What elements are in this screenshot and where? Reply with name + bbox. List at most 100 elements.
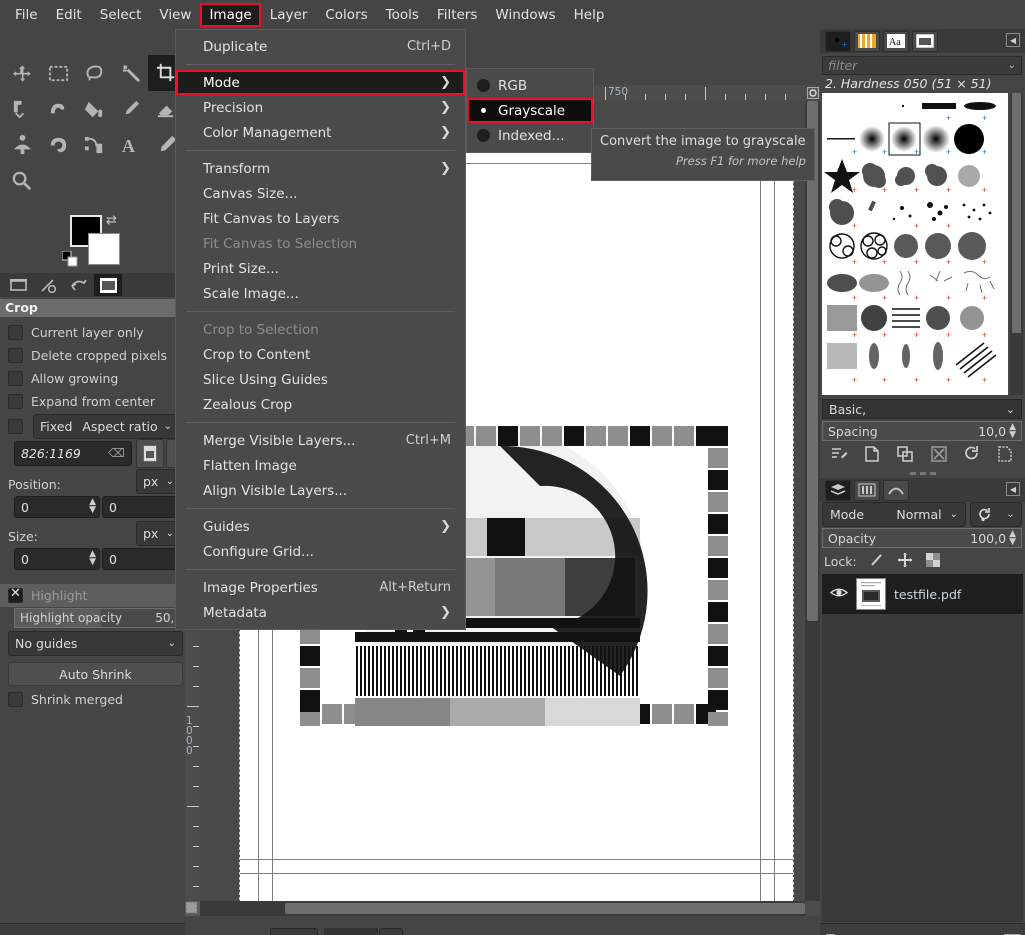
tab-patterns[interactable] [854,30,880,52]
position-x-input[interactable]: 0 ▲ ▼ [14,496,100,518]
menu-item-mode[interactable]: Mode ❯ [176,70,465,95]
menubar-item-filters[interactable]: Filters [428,3,486,27]
menu-item-flatten-image[interactable]: Flatten Image [176,453,465,478]
background-color-swatch[interactable] [88,233,120,265]
spinner-arrows[interactable]: ▲ ▼ [1009,530,1016,547]
auto-shrink-button[interactable]: Auto Shrink [8,662,183,686]
edit-brush-icon[interactable] [830,445,848,466]
tab-fonts[interactable]: Aa [883,30,909,52]
menu-item-duplicate[interactable]: Duplicate Ctrl+D [176,34,465,59]
menubar-item-image[interactable]: Image [200,2,261,27]
checkbox[interactable] [8,692,23,707]
smudge-tool[interactable] [40,127,76,163]
new-brush-icon[interactable] [863,445,881,466]
mode-submenu-popup[interactable]: RGB Grayscale Indexed... [466,68,594,153]
menubar-item-tools[interactable]: Tools [377,3,428,27]
free-select-tool[interactable] [76,55,112,91]
option-delete-cropped-pixels[interactable]: Delete cropped pixels [0,344,185,367]
canvas-horizontal-scrollbar[interactable] [200,901,805,916]
tab-channels[interactable] [854,479,880,501]
option-allow-growing[interactable]: Allow growing [0,367,185,390]
checkbox[interactable] [8,348,23,363]
portrait-orientation-button[interactable] [136,439,164,468]
option-expand-from-center[interactable]: Expand from center [0,390,185,413]
unified-transform-tool[interactable] [4,91,40,127]
layer-opacity-slider[interactable]: Opacity 100,0 ▲ ▼ [822,528,1022,548]
menubar-item-windows[interactable]: Windows [486,3,564,27]
mode-item-grayscale[interactable]: Grayscale [467,98,593,123]
clear-icon[interactable]: ⌫ [108,446,125,460]
canvas-origin-button[interactable] [185,901,200,916]
aspect-ratio-input[interactable]: 826:1169 ⌫ [14,441,132,466]
menu-item-print-size[interactable]: Print Size... [176,256,465,281]
menubar-item-help[interactable]: Help [565,3,614,27]
zoom-input[interactable]: 66,7 % [324,928,378,935]
navigation-preview-icon[interactable] [805,901,820,916]
highlight-opacity-slider[interactable]: Highlight opacity 50,0 [14,608,188,628]
highlight-checkbox[interactable] [8,586,23,603]
bucket-fill-tool[interactable] [76,91,112,127]
option-fixed-row[interactable]: Fixed Aspect ratio ⌄ [0,414,185,439]
statusbar-unit-combo[interactable]: px ⌄ [270,928,318,935]
menubar-item-select[interactable]: Select [91,3,151,27]
menubar-item-colors[interactable]: Colors [316,3,376,27]
fuzzy-select-tool[interactable] [112,55,148,91]
paths-tool[interactable] [76,127,112,163]
brush-grid[interactable]: + + + + + + + + + + + + + + + + + + + + + + + + + + + + + + + + +… [822,93,1008,395]
option-current-layer-only[interactable]: Current layer only [0,321,185,344]
image-menu-popup[interactable]: Duplicate Ctrl+D Mode ❯ Precision ❯ Color Mana… [175,29,466,630]
dock-menu-button[interactable]: ◀ [1006,482,1020,496]
zoom-dropdown-button[interactable]: ⌄ [378,928,403,935]
lock-pixels-icon[interactable] [869,552,885,571]
menu-item-image-properties[interactable]: Image Properties Alt+Return [176,575,465,600]
refresh-brushes-icon[interactable] [963,445,981,466]
warp-transform-tool[interactable] [40,91,76,127]
menu-item-transform[interactable]: Transform ❯ [176,156,465,181]
option-shrink-merged[interactable]: Shrink merged [0,688,185,711]
menu-item-precision[interactable]: Precision ❯ [176,95,465,120]
tab-brushes[interactable]: + [825,30,851,52]
images-tab[interactable] [94,274,122,296]
brush-set-combo[interactable]: Basic, ⌄ [822,399,1022,419]
menu-item-slice-using-guides[interactable]: Slice Using Guides [176,367,465,392]
layers-list[interactable]: testfile.pdf [822,574,1023,922]
undo-history-tab[interactable] [64,274,92,296]
layer-blend-space-button[interactable]: ⌄ [970,502,1022,527]
checkbox[interactable] [8,325,23,340]
spinner-arrows[interactable]: ▲ ▼ [89,498,96,515]
chevron-down-icon[interactable]: ⌄ [1008,60,1016,71]
menu-item-metadata[interactable]: Metadata ❯ [176,600,465,625]
tab-document-history[interactable] [912,30,938,52]
tab-paths[interactable] [883,479,909,501]
checkbox[interactable] [8,371,23,386]
lock-position-icon[interactable] [897,552,913,571]
menu-item-merge-visible-layers[interactable]: Merge Visible Layers... Ctrl+M [176,428,465,453]
canvas-vertical-scrollbar[interactable] [805,101,820,901]
tool-options-tab[interactable] [4,274,32,296]
layer-visibility-icon[interactable] [829,586,849,602]
layer-mode-combo[interactable]: Mode Normal ⌄ [822,502,966,527]
menu-item-align-visible-layers[interactable]: Align Visible Layers... [176,478,465,503]
brush-spacing-slider[interactable]: Spacing 10,0 ▲ ▼ [822,421,1022,441]
size-width-input[interactable]: 0 ▲ ▼ [14,548,100,570]
move-tool[interactable] [4,55,40,91]
menu-item-zealous-crop[interactable]: Zealous Crop [176,392,465,417]
swap-colors-icon[interactable]: ⇄ [106,213,117,228]
menubar-item-layer[interactable]: Layer [261,3,317,27]
zoom-tool[interactable] [4,163,40,199]
device-status-tab[interactable] [34,274,62,296]
menubar-item-edit[interactable]: Edit [47,3,91,27]
duplicate-brush-icon[interactable] [896,445,914,466]
tab-layers[interactable] [825,479,851,501]
menu-item-fit-canvas-to-layers[interactable]: Fit Canvas to Layers [176,206,465,231]
dock-separator[interactable] [820,469,1025,478]
mode-item-indexed[interactable]: Indexed... [467,123,593,148]
dock-menu-button[interactable]: ◀ [1006,33,1020,47]
menu-item-guides[interactable]: Guides ❯ [176,514,465,539]
guides-combo[interactable]: No guides ⌄ [8,631,183,656]
brush-filter-input[interactable]: filter ⌄ [822,56,1022,75]
lock-alpha-icon[interactable] [925,552,941,571]
menu-item-crop-to-content[interactable]: Crop to Content [176,342,465,367]
quick-mask-icon[interactable] [805,85,820,101]
rectangle-select-tool[interactable] [40,55,76,91]
